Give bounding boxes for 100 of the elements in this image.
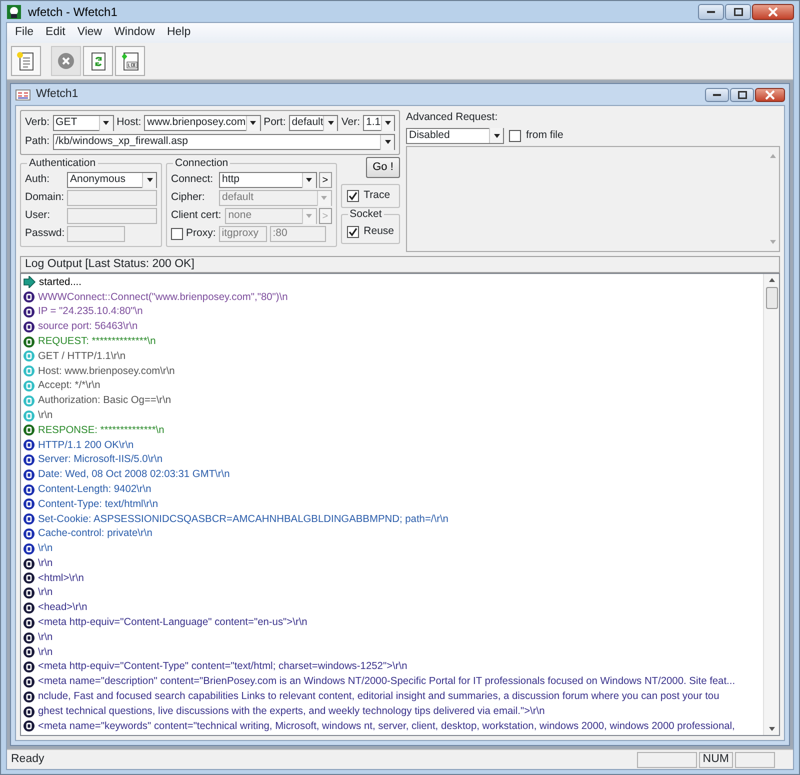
scroll-thumb[interactable] (766, 287, 778, 309)
log-entry-icon (23, 706, 35, 718)
log-line: Set-Cookie: ASPSESSIONIDCSQASBCR=AMCAHNHBALGBLDINGABBMPND; path=/\r\n (38, 512, 448, 526)
menu-item[interactable]: Window (108, 24, 161, 42)
version-select[interactable]: 1.1 (363, 115, 395, 131)
auth-select[interactable]: Anonymous (67, 172, 157, 188)
check-icon (348, 226, 358, 237)
log-line: <meta name="keywords" content="technical writing, Microsoft, windows nt, server, client, desktop, workstation, windows 2000, windows 2000 professional, (38, 720, 735, 734)
minimize-button[interactable] (705, 88, 729, 102)
status-pane: NUM (698, 752, 733, 768)
proxy-port-field[interactable]: :80 (270, 226, 326, 242)
log-entry-icon (23, 542, 35, 555)
trace-checkbox[interactable] (346, 190, 359, 202)
log-entry-icon (23, 454, 35, 466)
close-icon (765, 90, 775, 100)
menu-item[interactable]: File (9, 24, 40, 42)
advanced-request-select[interactable]: Disabled (406, 128, 504, 144)
log-entry-icon (23, 602, 35, 614)
log-entry-icon (23, 468, 35, 481)
log-line: Date: Wed, 08 Oct 2008 02:03:31 GMT\r\n (38, 468, 230, 482)
field-label: Path: (25, 134, 50, 150)
log-entry-icon (23, 380, 35, 392)
refresh-button[interactable] (83, 46, 113, 76)
log-line: ghest technical questions, live discussions with the experts, and weekly technology tips delivered via email.">\r\n (38, 704, 545, 719)
dropdown-arrow-icon (304, 176, 314, 184)
status-text: Ready (11, 752, 44, 767)
group-label: Connection (173, 157, 230, 169)
log-line: \r\n (38, 542, 53, 556)
path-select[interactable]: /kb/windows_xp_firewall.asp (52, 134, 395, 150)
log-line: Host: www.brienposey.com\r\n (38, 364, 175, 379)
log-entry-icon (23, 365, 35, 378)
log-line: <meta http-equiv="Content-Language" content="en-us">\r\n (38, 616, 308, 630)
log-line: \r\n (38, 646, 53, 660)
maximize-button[interactable] (730, 88, 754, 102)
log-line: Accept: */*\r\n (38, 379, 100, 394)
dropdown-arrow-icon (382, 138, 392, 146)
log-entry-icon (23, 336, 35, 348)
log-entry-icon (23, 690, 35, 703)
host-select[interactable]: www.brienposey.com (144, 115, 261, 131)
close-button[interactable] (755, 88, 785, 102)
field-label: Host: (116, 115, 142, 130)
app-icon (6, 4, 22, 20)
minimize-icon (707, 10, 715, 12)
log-line: Server: Microsoft-IIS/5.0\r\n (38, 453, 163, 468)
field-label: Connect: (171, 172, 214, 188)
minimize-button[interactable] (698, 4, 724, 20)
log-line: REQUEST: **************\n (38, 334, 156, 349)
menu-item[interactable]: Help (160, 24, 197, 42)
field-label: Cipher: (171, 190, 206, 206)
from-file-checkbox[interactable] (509, 130, 521, 142)
log-line: \r\n (38, 556, 53, 571)
scroll-down-icon (768, 726, 776, 732)
log-line: <html>\r\n (38, 572, 84, 586)
log-entry-icon (23, 528, 35, 540)
field-label: Auth: (25, 172, 51, 188)
port-select[interactable]: default (288, 115, 338, 131)
arrow-icon (23, 276, 36, 288)
reuse-checkbox[interactable] (346, 226, 359, 238)
verb-select[interactable]: GET (52, 115, 114, 131)
log-entry-icon (23, 572, 35, 584)
log-button[interactable] (115, 46, 145, 76)
scroll-up-icon (769, 152, 777, 159)
log-line: started.... (39, 276, 82, 290)
minimize-icon (713, 94, 721, 96)
document-icon (15, 88, 31, 102)
proxy-checkbox[interactable] (171, 228, 183, 240)
close-button[interactable] (752, 4, 794, 20)
connection-select[interactable]: http (219, 172, 317, 188)
maximize-icon (738, 90, 746, 98)
scrollbar[interactable] (763, 274, 779, 735)
more-button[interactable]: > (318, 172, 332, 188)
log-entry-icon (23, 350, 35, 362)
log-line: nclude, Fast and focused search capabilities Links to relevant content, editorial insight and summaries, a discussion forum where you can post your tou (38, 690, 720, 704)
log-entry-icon (23, 646, 35, 658)
log-entry-icon (23, 616, 35, 629)
menu-item[interactable]: Edit (40, 24, 72, 42)
check-icon (348, 190, 358, 201)
field-label: Port: (264, 115, 286, 130)
log-entry-icon (23, 320, 35, 333)
log-entry-icon (23, 632, 35, 644)
go-button[interactable]: Go ! (366, 157, 400, 178)
proxy-host-field[interactable]: itgproxy (218, 226, 267, 242)
log-line: RESPONSE: **************\n (38, 424, 164, 438)
group-label: Socket (348, 208, 384, 220)
log-header: Log Output [Last Status: 200 OK] (20, 256, 780, 273)
checkbox-label: from file (526, 128, 564, 143)
status-pane (735, 752, 775, 768)
group-label: Authentication (27, 157, 98, 169)
log-line: Content-Type: text/html\r\n (38, 498, 158, 512)
menu-item[interactable]: View (71, 24, 108, 42)
log-entry-icon (23, 513, 35, 526)
dropdown-arrow-icon (492, 132, 502, 140)
dropdown-arrow-icon (304, 212, 314, 220)
log-line: Content-Length: 9402\r\n (38, 482, 152, 497)
maximize-button[interactable] (725, 4, 751, 20)
log-entry-icon (23, 661, 35, 674)
log-entry-icon (23, 424, 35, 436)
new-button[interactable] (11, 46, 41, 76)
dropdown-arrow-icon (248, 119, 258, 127)
checkbox-label: Trace (364, 188, 390, 203)
